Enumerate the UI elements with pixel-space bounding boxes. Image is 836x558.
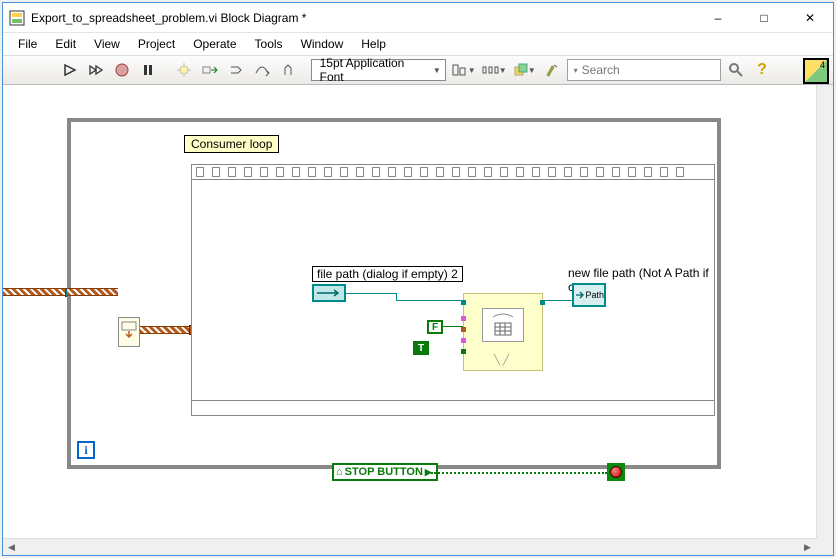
run-button[interactable]: [59, 59, 81, 81]
term-delim-in: [461, 338, 466, 343]
abort-button[interactable]: [111, 59, 133, 81]
align-button[interactable]: ▼: [450, 59, 477, 81]
cleanup-button[interactable]: [541, 59, 563, 81]
menu-edit[interactable]: Edit: [46, 35, 85, 53]
term-append-in: [461, 349, 466, 354]
font-label: 15pt Application Font: [320, 56, 427, 84]
wire-bool-f: [443, 326, 463, 327]
menu-view[interactable]: View: [85, 35, 129, 53]
distribute-button[interactable]: ▼: [481, 59, 508, 81]
flat-sequence[interactable]: file path (dialog if empty) 2 F T: [191, 164, 715, 416]
maximize-button[interactable]: □: [741, 3, 787, 33]
retain-wire-values-button[interactable]: [199, 59, 221, 81]
window-buttons: – □ ✕: [695, 3, 833, 33]
expand-chevron-icon: ╲╱: [464, 355, 542, 366]
wire-cluster-in: [3, 288, 70, 296]
scroll-right-arrow[interactable]: ▶: [799, 539, 816, 556]
titlebar: Export_to_spreadsheet_problem.vi Block D…: [3, 3, 833, 33]
wire-path-v1: [396, 293, 397, 300]
app-window: Export_to_spreadsheet_problem.vi Block D…: [2, 2, 834, 556]
help-button[interactable]: ?: [751, 59, 773, 81]
window-title: Export_to_spreadsheet_problem.vi Block D…: [31, 11, 695, 25]
new-file-path-indicator[interactable]: Path: [572, 283, 606, 307]
step-over-button[interactable]: [251, 59, 273, 81]
term-format-in: [461, 316, 466, 321]
sprocket-top: [192, 165, 714, 179]
menu-operate[interactable]: Operate: [184, 35, 245, 53]
wire-stop: [431, 472, 607, 474]
dropdown-icon: ▼: [433, 66, 441, 75]
loop-label[interactable]: Consumer loop: [184, 135, 279, 153]
dequeue-element-node[interactable]: [118, 317, 140, 347]
step-into-button[interactable]: [225, 59, 247, 81]
menu-window[interactable]: Window: [292, 35, 353, 53]
block-diagram-canvas[interactable]: Consumer loop file path (dialog if empty…: [3, 85, 833, 555]
wire-cluster-loop: [67, 288, 118, 296]
stop-button-control[interactable]: ⌂ STOP BUTTON ▶: [332, 463, 438, 481]
write-spreadsheet-vi[interactable]: ╲╱: [463, 293, 543, 371]
wire-path-out: [543, 300, 575, 301]
app-icon: [9, 10, 25, 26]
search-button[interactable]: [725, 59, 747, 81]
sprocket-bot: [192, 401, 714, 415]
scrollbar-vertical[interactable]: [816, 85, 833, 538]
vi-icon-corner[interactable]: 4: [803, 58, 829, 84]
menu-file[interactable]: File: [9, 35, 46, 53]
scroll-corner: [816, 538, 833, 555]
home-icon: ⌂: [336, 466, 343, 478]
menubar: File Edit View Project Operate Tools Win…: [3, 33, 833, 55]
search-box[interactable]: ▾ Search: [567, 59, 721, 81]
minimize-button[interactable]: –: [695, 3, 741, 33]
file-path-control[interactable]: [312, 284, 346, 302]
menu-project[interactable]: Project: [129, 35, 184, 53]
loop-stop-terminal[interactable]: [607, 463, 625, 481]
bool-true-const[interactable]: T: [413, 341, 429, 355]
pause-button[interactable]: [137, 59, 159, 81]
while-loop[interactable]: Consumer loop file path (dialog if empty…: [67, 118, 721, 469]
bool-false-const[interactable]: F: [427, 320, 443, 334]
vi-glyph: [482, 308, 524, 342]
toolbar: 15pt Application Font ▼ ▼ ▼ ▼ ▾ Search ?…: [3, 55, 833, 85]
step-out-button[interactable]: [277, 59, 299, 81]
wire-path-h1: [346, 293, 396, 294]
file-path-label[interactable]: file path (dialog if empty) 2: [312, 266, 463, 282]
font-selector[interactable]: 15pt Application Font ▼: [311, 59, 446, 81]
menu-help[interactable]: Help: [352, 35, 395, 53]
wire-path-h2: [396, 300, 463, 301]
run-continuous-button[interactable]: [85, 59, 107, 81]
iteration-terminal[interactable]: i: [77, 441, 95, 459]
menu-tools[interactable]: Tools: [246, 35, 292, 53]
highlight-exec-button[interactable]: [173, 59, 195, 81]
term-data-in: [461, 327, 466, 332]
search-placeholder: Search: [582, 63, 620, 77]
reorder-button[interactable]: ▼: [512, 59, 537, 81]
scrollbar-horizontal[interactable]: ◀ ▶: [3, 538, 816, 555]
scroll-left-arrow[interactable]: ◀: [3, 539, 20, 556]
close-button[interactable]: ✕: [787, 3, 833, 33]
